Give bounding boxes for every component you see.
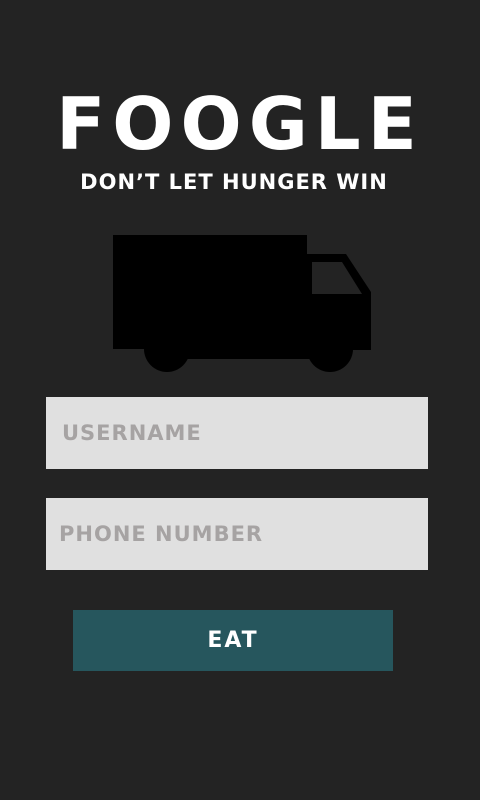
- truck-icon: [113, 235, 371, 372]
- username-field[interactable]: [46, 397, 428, 469]
- eat-button[interactable]: EAT: [73, 610, 393, 671]
- tagline: DON’T LET HUNGER WIN: [80, 170, 388, 194]
- phone-number-field[interactable]: [46, 498, 428, 570]
- app-title: FOOGLE: [56, 82, 424, 166]
